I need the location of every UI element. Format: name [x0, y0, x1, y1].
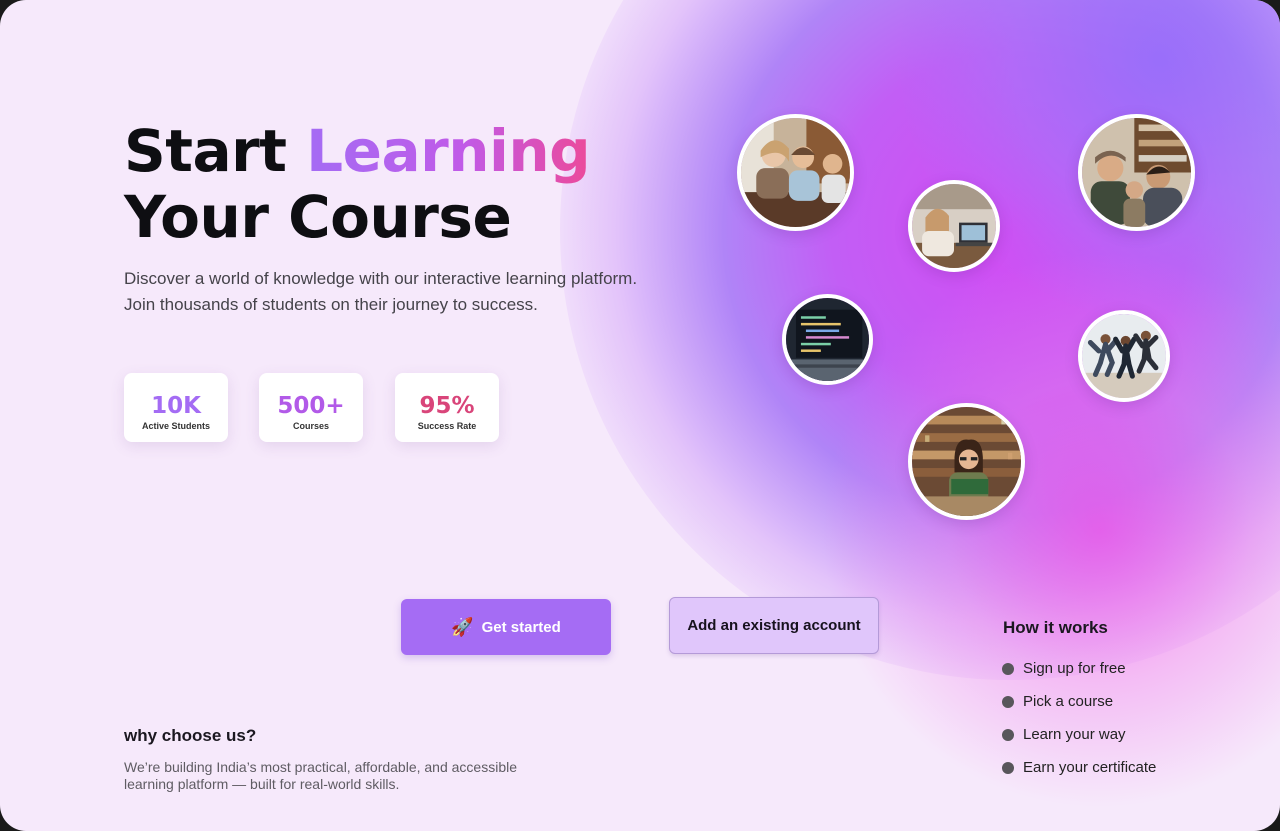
- list-item: Learn your way: [1002, 725, 1156, 758]
- hero-subtitle: Discover a world of knowledge with our i…: [124, 266, 724, 318]
- photo-group-laughing: [737, 114, 854, 231]
- bullet-dot-icon: [1002, 696, 1014, 708]
- stat-value: 10K: [151, 393, 201, 419]
- step-label: Pick a course: [1023, 693, 1114, 710]
- hero-subtitle-line1: Discover a world of knowledge with our i…: [124, 269, 638, 288]
- stat-label: Success Rate: [417, 421, 477, 431]
- stat-value: 500+: [277, 393, 345, 419]
- add-existing-account-button[interactable]: Add an existing account: [669, 597, 879, 654]
- why-choose-us-text: We’re building India’s most practical, a…: [124, 759, 564, 793]
- photo-code-screen: [782, 294, 873, 385]
- photo-team-discussion: [1078, 114, 1195, 231]
- landing-page: Start Learning Your Course Discover a wo…: [0, 0, 1280, 831]
- step-label: Sign up for free: [1023, 660, 1126, 677]
- get-started-label: Get started: [481, 618, 561, 636]
- get-started-button[interactable]: 🚀 Get started: [401, 599, 611, 655]
- list-item: Pick a course: [1002, 692, 1156, 725]
- add-existing-account-label: Add an existing account: [687, 617, 861, 634]
- stat-card-success: 95% Success Rate: [395, 373, 499, 442]
- stat-card-students: 10K Active Students: [124, 373, 228, 442]
- bullet-dot-icon: [1002, 663, 1014, 675]
- list-item: Earn your certificate: [1002, 758, 1156, 791]
- stat-label: Active Students: [141, 421, 210, 431]
- stat-value: 95%: [419, 393, 475, 419]
- hero-title-accent: Learning: [306, 117, 591, 185]
- hero-title-word: Start: [124, 117, 287, 185]
- how-it-works-list: Sign up for free Pick a course Learn you…: [1002, 659, 1156, 791]
- photo-girl-reading-library: [908, 403, 1025, 520]
- bullet-dot-icon: [1002, 762, 1014, 774]
- hero-title: Start Learning Your Course: [124, 117, 591, 251]
- photo-people-jumping: [1078, 310, 1170, 402]
- list-item: Sign up for free: [1002, 659, 1156, 692]
- step-label: Earn your certificate: [1023, 759, 1157, 776]
- stat-card-courses: 500+ Courses: [259, 373, 363, 442]
- rocket-icon: 🚀: [451, 616, 474, 637]
- why-text-line2: learning platform — built for real-world…: [124, 776, 400, 792]
- photo-laptop-cafe: [908, 180, 1000, 272]
- why-choose-us-title: why choose us?: [124, 726, 257, 745]
- hero-subtitle-line2: Join thousands of students on their jour…: [124, 295, 538, 314]
- how-it-works-title: How it works: [1003, 618, 1108, 637]
- bullet-dot-icon: [1002, 729, 1014, 741]
- why-text-line1: We’re building India’s most practical, a…: [124, 759, 517, 775]
- stat-label: Courses: [292, 421, 329, 431]
- step-label: Learn your way: [1023, 726, 1126, 743]
- hero-title-line2: Your Course: [124, 183, 512, 251]
